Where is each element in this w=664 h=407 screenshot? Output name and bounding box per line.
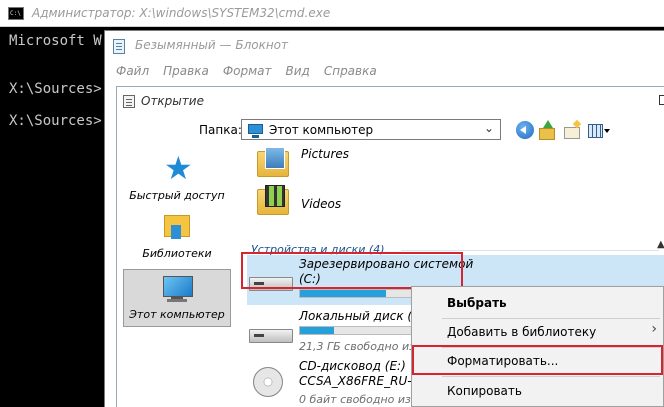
- chevron-down-icon[interactable]: ⌄: [484, 121, 494, 135]
- notepad-menu-bar: Файл Правка Формат Вид Справка: [105, 61, 664, 83]
- menu-item-add-to-library[interactable]: Добавить в библиотеку: [447, 325, 596, 339]
- menu-item-select[interactable]: Выбрать: [447, 296, 507, 310]
- cmd-icon: [8, 7, 24, 20]
- drive-free-space: 0 байт свободно из 3: [299, 393, 422, 406]
- drive-usage-fill: [300, 290, 386, 297]
- folder-combobox[interactable]: Этот компьютер ⌄: [241, 119, 501, 140]
- navigation-pane: Быстрый доступ Библиотеки Этот компьютер: [117, 147, 235, 407]
- new-folder-icon[interactable]: [563, 121, 581, 139]
- drive-name-line1: CD-дисковод (E:): [299, 359, 406, 373]
- cmd-line: X:\Sources>: [9, 113, 102, 129]
- menu-format[interactable]: Формат: [223, 61, 279, 83]
- highlight-box-format: [412, 345, 663, 375]
- dialog-toolbar: Папка: Этот компьютер ⌄: [117, 115, 664, 147]
- menu-separator: [442, 376, 660, 377]
- menu-help[interactable]: Справка: [324, 61, 384, 83]
- nav-item-quick-access[interactable]: Быстрый доступ: [123, 150, 231, 209]
- menu-separator: [442, 318, 660, 319]
- hard-drive-icon: [249, 325, 293, 345]
- dialog-title: Открытие: [141, 94, 204, 108]
- up-folder-icon[interactable]: [538, 120, 556, 140]
- computer-icon: [248, 124, 263, 138]
- nav-item-libraries[interactable]: Библиотеки: [123, 215, 231, 267]
- view-menu-icon[interactable]: [588, 121, 612, 139]
- menu-edit[interactable]: Правка: [163, 61, 216, 83]
- libraries-icon: [164, 215, 190, 243]
- notepad-icon: [113, 39, 125, 54]
- computer-icon: [161, 274, 193, 304]
- nav-item-label: Этот компьютер: [129, 308, 225, 321]
- pictures-folder-icon[interactable]: [257, 147, 289, 177]
- submenu-arrow-icon: ›: [651, 321, 657, 337]
- nav-item-label: Библиотеки: [142, 247, 212, 260]
- drive-free-space: 21,3 ГБ свободно из 3: [299, 340, 426, 353]
- cmd-line: Microsoft W: [9, 33, 102, 49]
- menu-item-copy[interactable]: Копировать: [447, 384, 522, 398]
- drive-usage-bar: [299, 326, 415, 335]
- maximize-icon[interactable]: [659, 95, 664, 105]
- drive-name-line2: CCSA_X86FRE_RU-RU: [299, 374, 429, 388]
- nav-item-this-pc[interactable]: Этот компьютер: [123, 269, 231, 327]
- nav-item-label: Быстрый доступ: [129, 189, 225, 202]
- folder-name-videos[interactable]: Videos: [301, 197, 341, 211]
- star-icon: [162, 150, 193, 186]
- drive-usage-bar: [299, 289, 415, 298]
- drive-name: CD-дисковод (E:) CCSA_X86FRE_RU-RU: [299, 359, 429, 389]
- highlight-box-drive: [241, 252, 463, 289]
- notepad-title: Безымянный — Блокнот: [135, 38, 289, 52]
- back-icon[interactable]: [516, 121, 534, 139]
- dialog-icon: [123, 95, 135, 108]
- folder-name-pictures[interactable]: Pictures: [301, 147, 349, 161]
- cmd-line: X:\Sources>: [9, 81, 102, 97]
- notepad-title-bar[interactable]: Безымянный — Блокнот: [105, 31, 664, 61]
- cd-drive-icon: [253, 367, 283, 397]
- menu-file[interactable]: Файл: [116, 61, 156, 83]
- folder-combo-value: Этот компьютер: [269, 123, 374, 137]
- cmd-title: Администратор: X:\windows\SYSTEM32\cmd.e…: [32, 6, 331, 20]
- folder-label: Папка:: [199, 123, 242, 137]
- cmd-title-bar[interactable]: Администратор: X:\windows\SYSTEM32\cmd.e…: [0, 0, 664, 27]
- drive-usage-fill: [300, 327, 335, 334]
- menu-view[interactable]: Вид: [286, 61, 317, 83]
- dialog-title-bar[interactable]: Открытие: [117, 87, 664, 115]
- chevron-up-icon[interactable]: ▲: [657, 239, 664, 250]
- group-divider: [401, 250, 659, 251]
- videos-folder-icon[interactable]: [257, 185, 289, 215]
